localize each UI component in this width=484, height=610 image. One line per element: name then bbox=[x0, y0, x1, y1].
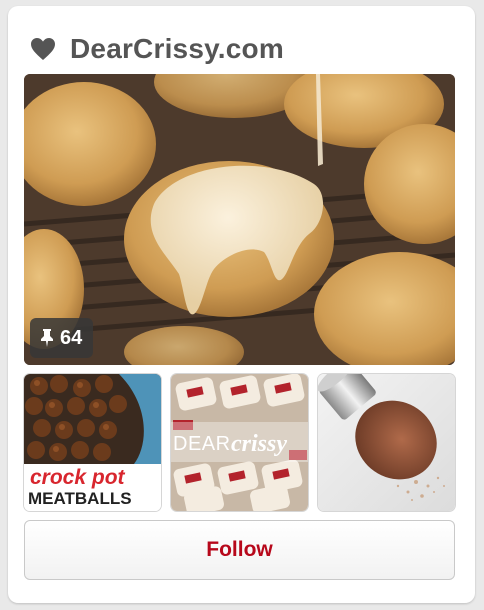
pastries-watermark-b: crissy bbox=[231, 431, 287, 457]
heart-icon bbox=[31, 38, 55, 60]
board-title[interactable]: DearCrissy.com bbox=[70, 33, 284, 65]
thumbnail-meatballs[interactable]: crock pot MEATBALLS bbox=[24, 374, 161, 511]
pin-count-badge: 64 bbox=[30, 318, 94, 358]
makeup-brush-photo bbox=[318, 374, 455, 511]
main-pin-image[interactable]: 64 bbox=[24, 74, 455, 365]
board-header: DearCrissy.com bbox=[30, 33, 284, 65]
board-card: DearCrissy.com 64 crock pot MEATBALLS DE… bbox=[8, 6, 475, 603]
pastries-watermark-a: DEAR bbox=[173, 433, 231, 455]
meatballs-caption-line2: MEATBALLS bbox=[28, 489, 132, 508]
pin-count: 64 bbox=[60, 326, 83, 349]
meatballs-caption-line1: crock pot bbox=[30, 466, 126, 489]
thumbnail-pastries[interactable]: DEAR crissy bbox=[171, 374, 308, 511]
pin-icon bbox=[41, 329, 53, 347]
meatballs-photo: crock pot MEATBALLS bbox=[24, 374, 161, 511]
follow-button[interactable]: Follow bbox=[24, 520, 455, 580]
pastries-photo: DEAR crissy bbox=[171, 374, 308, 511]
thumbnail-makeup-brush[interactable] bbox=[318, 374, 455, 511]
